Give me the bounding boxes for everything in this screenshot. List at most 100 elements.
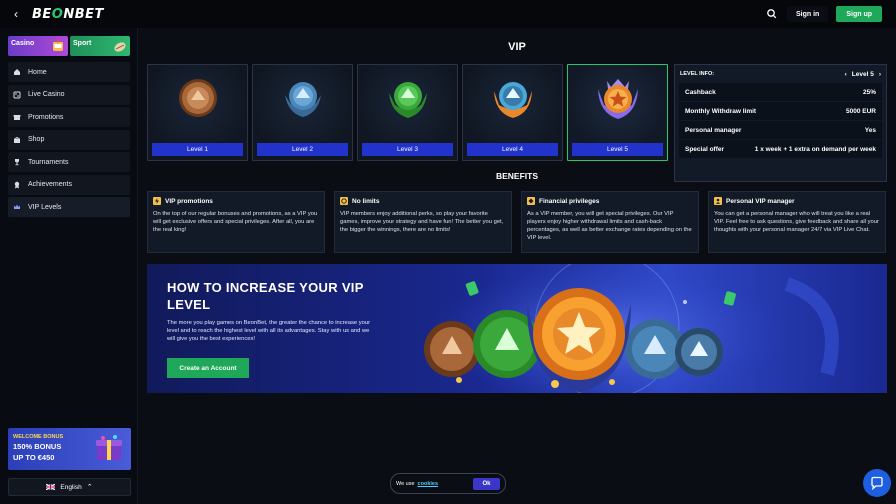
benefit-card: VIP promotions On the top of our regular… (147, 191, 325, 253)
info-label: Special offer (685, 145, 725, 153)
achievements-icon (14, 181, 20, 188)
live-casino-icon (13, 91, 21, 98)
info-value: 25% (862, 88, 876, 96)
sidebar-item-promotions[interactable]: Promotions (8, 107, 130, 127)
increase-vip-banner: HOW TO INCREASE YOUR VIP LEVEL The more … (147, 264, 887, 393)
promo-text: The more you play games on BeonBet, the … (167, 320, 371, 342)
trophy-icon (15, 159, 19, 166)
benefit-text: As a VIP member, you will get special pr… (527, 211, 692, 241)
promotions-icon (13, 115, 21, 120)
level-5-badge-icon (598, 79, 638, 119)
level-card-4[interactable]: Level 4 (462, 64, 563, 161)
benefits-heading: BENEFITS (495, 171, 539, 181)
search-icon[interactable] (765, 7, 779, 21)
benefit-title: VIP promotions (165, 197, 213, 205)
info-value: 1 x week + 1 extra on demand per week (754, 145, 876, 153)
sidebar: Casino Sport Home Live Casino Promotions… (0, 28, 138, 504)
vip-level-cards: Level 1 Level 2 Level 3 Level 4 Level 5 (147, 64, 668, 161)
level-label: Level 4 (467, 143, 558, 156)
level-label: Level 1 (152, 143, 243, 156)
sidebar-item-label: Achievements (28, 181, 72, 188)
lightning-icon (153, 197, 161, 205)
cookie-banner: We use cookies Ok (390, 473, 506, 494)
benefit-text: You can get a personal manager who will … (714, 211, 879, 233)
info-label: Personal manager (685, 126, 742, 134)
level-card-2[interactable]: Level 2 (252, 64, 353, 161)
level-label: Level 3 (362, 143, 453, 156)
sidebar-item-shop[interactable]: Shop (8, 129, 130, 150)
tab-casino-label: Casino (11, 40, 35, 47)
uk-flag-icon (46, 484, 56, 490)
chevron-right-icon[interactable]: › (879, 71, 881, 78)
sidebar-item-live-casino[interactable]: Live Casino (8, 84, 130, 105)
live-chat-button[interactable] (863, 469, 891, 497)
sidebar-item-achievements[interactable]: Achievements (8, 174, 130, 195)
cookie-ok-button[interactable]: Ok (473, 478, 500, 490)
gift-chest-icon (96, 435, 122, 460)
info-value: Yes (864, 126, 876, 134)
language-selector[interactable]: English ⌃ (8, 478, 131, 496)
page-title: VIP (508, 41, 526, 53)
level-label: Level 2 (257, 143, 348, 156)
level-info-row: Personal manager Yes (679, 121, 882, 139)
level-info-row: Special offer 1 x week + 1 extra on dema… (679, 140, 882, 158)
slot-machine-icon (53, 39, 63, 51)
benefit-card: No limits VIP members enjoy additional p… (334, 191, 512, 253)
level-label: Level 5 (572, 143, 663, 156)
tab-casino[interactable]: Casino (8, 36, 68, 56)
create-account-button[interactable]: Create an Account (167, 358, 249, 378)
benefit-title: No limits (352, 197, 380, 205)
welcome-bonus-banner[interactable]: WELCOME BONUS 150% BONUS UP TO €450 (8, 428, 131, 470)
manager-icon (714, 197, 722, 205)
cookie-text: We use (396, 480, 415, 487)
level-card-5[interactable]: Level 5 (567, 64, 668, 161)
level-info-heading: LEVEL INFO: (680, 71, 715, 77)
sign-up-button[interactable]: Sign up (836, 6, 882, 22)
sidebar-item-label: Tournaments (28, 158, 69, 166)
header-actions: Sign in Sign up (765, 6, 882, 22)
level-card-1[interactable]: Level 1 (147, 64, 248, 161)
level-2-badge-icon (285, 82, 321, 117)
shop-icon (14, 136, 20, 143)
current-level: Level 5 (851, 70, 874, 78)
benefit-title: Financial privileges (539, 197, 600, 205)
tab-sport-label: Sport (73, 40, 92, 47)
sidebar-item-label: VIP Levels (28, 203, 62, 211)
language-label: English (60, 483, 82, 491)
info-label: Cashback (685, 88, 716, 96)
level-info-panel: LEVEL INFO: ‹ Level 5 › Cashback 25% Mon… (674, 64, 887, 182)
info-value: 5000 EUR (846, 107, 876, 115)
coin-icon (340, 197, 348, 205)
sidebar-item-label: Live Casino (28, 91, 65, 98)
sidebar-item-home[interactable]: Home (8, 62, 130, 82)
level-info-row: Monthly Withdraw limit 5000 EUR (679, 102, 882, 120)
chevron-left-icon[interactable]: ‹ (14, 7, 26, 21)
benefit-card: Personal VIP manager You can get a perso… (708, 191, 886, 253)
tab-sport[interactable]: Sport (70, 36, 130, 56)
logo[interactable]: BEONBET (32, 7, 104, 22)
sport-ball-icon (114, 42, 126, 52)
vip-badges-illustration (424, 264, 839, 393)
benefit-title: Personal VIP manager (726, 197, 795, 205)
chevron-up-icon: ⌃ (86, 484, 93, 491)
level-switcher: ‹ Level 5 › (845, 71, 881, 78)
benefit-card: Financial privileges As a VIP member, yo… (521, 191, 699, 253)
sidebar-item-tournaments[interactable]: Tournaments (8, 152, 130, 172)
level-info-header: LEVEL INFO: ‹ Level 5 › (675, 65, 886, 83)
promo-title: HOW TO INCREASE YOUR VIP LEVEL (167, 280, 364, 312)
sidebar-item-label: Home (28, 68, 47, 76)
sidebar-nav: Home Live Casino Promotions Shop Tournam… (0, 62, 137, 217)
sidebar-item-vip-levels[interactable]: VIP Levels (8, 197, 130, 217)
sidebar-tabs: Casino Sport (0, 28, 137, 56)
level-card-3[interactable]: Level 3 (357, 64, 458, 161)
home-icon (14, 69, 20, 75)
chevron-left-icon[interactable]: ‹ (845, 71, 847, 78)
sidebar-item-label: Promotions (28, 113, 64, 121)
cookies-link[interactable]: cookies (418, 481, 438, 487)
sign-in-button[interactable]: Sign in (786, 6, 829, 22)
benefits-list: VIP promotions On the top of our regular… (147, 191, 886, 253)
diamond-icon (527, 197, 535, 205)
level-3-badge-icon (389, 82, 427, 118)
level-info-row: Cashback 25% (679, 83, 882, 101)
sidebar-item-label: Shop (28, 136, 45, 143)
